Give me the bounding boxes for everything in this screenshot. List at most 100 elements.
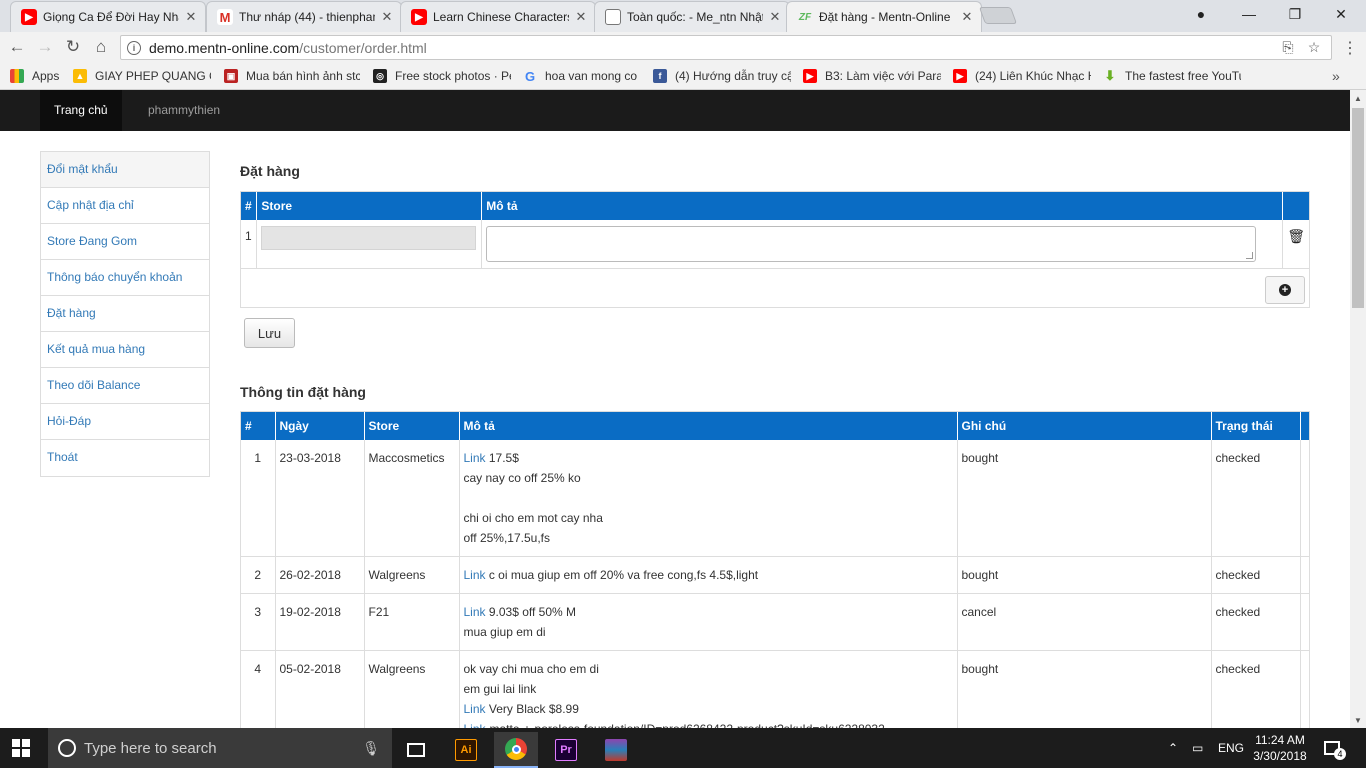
youtube-icon: ▶ (411, 9, 427, 25)
add-row-area: + (241, 269, 1309, 307)
sidebar-item-purchase-result[interactable]: Kết quả mua hàng (41, 332, 209, 368)
taskbar-clock[interactable]: 11:24 AM 3/30/2018 (1244, 732, 1316, 764)
illustrator-icon[interactable]: Ai (444, 732, 488, 768)
info-icon[interactable]: i (127, 40, 141, 55)
page-scrollbar[interactable]: ▲ ▼ (1350, 90, 1366, 728)
sidebar-item-order[interactable]: Đặt hàng (41, 296, 209, 332)
bookmark-item[interactable]: G hoa van mong co (523, 68, 643, 84)
scroll-up-icon[interactable]: ▲ (1350, 90, 1366, 106)
new-tab-button[interactable] (978, 7, 1018, 24)
description-line: em gui lai link (464, 679, 953, 699)
facebook-icon: f (653, 69, 667, 83)
row-date: 05-02-2018 (275, 650, 365, 728)
network-icon[interactable]: ▭ (1192, 728, 1203, 768)
back-icon[interactable]: ← (6, 36, 28, 58)
restore-button[interactable]: ❐ (1272, 0, 1318, 28)
search-placeholder: Type here to search (84, 739, 217, 757)
bookmark-item[interactable]: ▣ Mua bán hình ảnh stc (224, 68, 360, 84)
save-button[interactable]: Lưu (244, 318, 295, 348)
column-header-store: Store (256, 192, 483, 220)
bookmark-item[interactable]: ⬇ The fastest free YouTu (1103, 68, 1241, 84)
chrome-icon[interactable] (494, 732, 538, 768)
row-store: Walgreens (364, 650, 460, 728)
reload-icon[interactable]: ↻ (62, 36, 84, 58)
translate-icon[interactable]: ⎘ (1279, 39, 1297, 57)
star-icon[interactable]: ☆ (1305, 39, 1323, 57)
show-hidden-icons[interactable]: ⌃ (1168, 728, 1178, 768)
browser-tab[interactable]: ▶ Learn Chinese Characters ✕ (400, 1, 596, 32)
minimize-button[interactable]: — (1226, 0, 1272, 28)
language-indicator[interactable]: ENG (1218, 728, 1244, 768)
menu-kebab-icon[interactable]: ⋮ (1342, 38, 1358, 58)
close-window-button[interactable]: ✕ (1318, 0, 1364, 28)
sidebar-item-faq[interactable]: Hỏi-Đáp (41, 404, 209, 440)
sidebar-item-update-address[interactable]: Cập nhật địa chỉ (41, 188, 209, 224)
browser-tab[interactable]: M Thư nháp (44) - thienphamus ✕ (206, 1, 402, 32)
description-line: Link c oi mua giup em off 20% va free co… (464, 565, 953, 585)
row-note: bought (957, 650, 1212, 728)
bookmark-item[interactable]: f (4) Hướng dẫn truy cậ (653, 68, 791, 84)
browser-tab[interactable]: Toàn quốc: - Me_ntn Nhật ✕ (594, 1, 790, 32)
description-line: chi oi cho em mot cay nha (464, 508, 953, 528)
bookmark-item[interactable]: ◎ Free stock photos · Pe (373, 68, 511, 84)
close-icon[interactable]: ✕ (767, 9, 783, 25)
browser-tab[interactable]: ▶ Giọng Ca Để Đời Hay Nhất ✕ (10, 1, 206, 32)
sidebar-item-balance[interactable]: Theo dõi Balance (41, 368, 209, 404)
bookmark-item[interactable]: ▲ GIAY PHEP QUANG C (73, 68, 211, 84)
scrollbar-thumb[interactable] (1352, 108, 1364, 308)
zf-icon: ZF (798, 11, 812, 23)
column-header-extra (1300, 412, 1310, 440)
apps-grid-icon (10, 69, 24, 83)
description-line: off 25%,17.5u,fs (464, 528, 953, 548)
close-icon[interactable]: ✕ (379, 9, 395, 25)
description-line (464, 488, 953, 508)
row-note: bought (957, 556, 1212, 594)
trash-icon[interactable]: 🗑 (1287, 226, 1305, 246)
premiere-icon[interactable]: Pr (544, 732, 588, 768)
bookmark-apps[interactable]: Apps (10, 68, 70, 84)
bookmark-item[interactable]: ▶ (24) Liên Khúc Nhạc H (953, 68, 1091, 84)
order-link[interactable]: Link (464, 605, 486, 619)
order-link[interactable]: Link (464, 451, 486, 465)
nav-user-link[interactable]: phammythien (134, 90, 234, 131)
description-text: ok vay chi mua cho em di (463, 662, 599, 676)
microphone-icon[interactable]: 🎙 (362, 740, 380, 757)
row-store: Walgreens (364, 556, 460, 594)
site-navbar: Trang chủ phammythien (0, 90, 1350, 131)
table-row: 2 26-02-2018 Walgreens Link c oi mua giup e… (241, 556, 1310, 594)
profile-icon[interactable]: ● (1178, 0, 1224, 28)
more-bookmarks-icon[interactable]: » (1332, 68, 1340, 84)
row-date: 23-03-2018 (275, 440, 365, 557)
home-icon[interactable]: ⌂ (90, 36, 112, 58)
description-text: chi oi cho em mot cay nha (463, 511, 603, 525)
browser-tab-active[interactable]: ZF Đặt hàng - Mentn-Online ✕ (786, 1, 982, 32)
instagram-icon: ◎ (373, 69, 387, 83)
column-header-actions (1282, 192, 1309, 220)
sidebar-item-transfer-notice[interactable]: Thông báo chuyển khoản (41, 260, 209, 296)
windows-start-icon[interactable] (12, 739, 30, 757)
add-row-button[interactable]: + (1265, 276, 1305, 304)
notifications-icon[interactable]: 4 (1322, 738, 1346, 760)
row-number: 1 (241, 220, 258, 269)
close-icon[interactable]: ✕ (183, 9, 199, 25)
camera-icon: ▣ (224, 69, 238, 83)
winrar-icon[interactable] (594, 732, 638, 768)
address-bar[interactable]: i demo.mentn-online.com/customer/order.h… (120, 35, 1332, 60)
description-line: Link-matte-+-poreless-foundation/ID=prod… (464, 719, 953, 728)
scroll-down-icon[interactable]: ▼ (1350, 712, 1366, 728)
bookmark-item[interactable]: ▶ B3: Làm việc với Para (803, 68, 941, 84)
nav-home-link[interactable]: Trang chủ (40, 90, 122, 131)
order-link[interactable]: Link (464, 702, 486, 716)
close-icon[interactable]: ✕ (573, 9, 589, 25)
forward-icon[interactable]: → (34, 36, 56, 58)
sidebar-item-change-password[interactable]: Đổi mật khẩu (41, 152, 209, 188)
order-link[interactable]: Link (464, 568, 486, 582)
task-view-icon[interactable] (394, 732, 438, 768)
store-select[interactable] (261, 226, 477, 250)
sidebar-item-store-collecting[interactable]: Store Đang Gom (41, 224, 209, 260)
description-textarea[interactable] (486, 226, 1257, 262)
sidebar-item-logout[interactable]: Thoát (41, 440, 209, 476)
close-icon[interactable]: ✕ (959, 9, 975, 25)
row-store: F21 (364, 593, 460, 651)
taskbar-search[interactable]: Type here to search 🎙 (48, 728, 392, 768)
